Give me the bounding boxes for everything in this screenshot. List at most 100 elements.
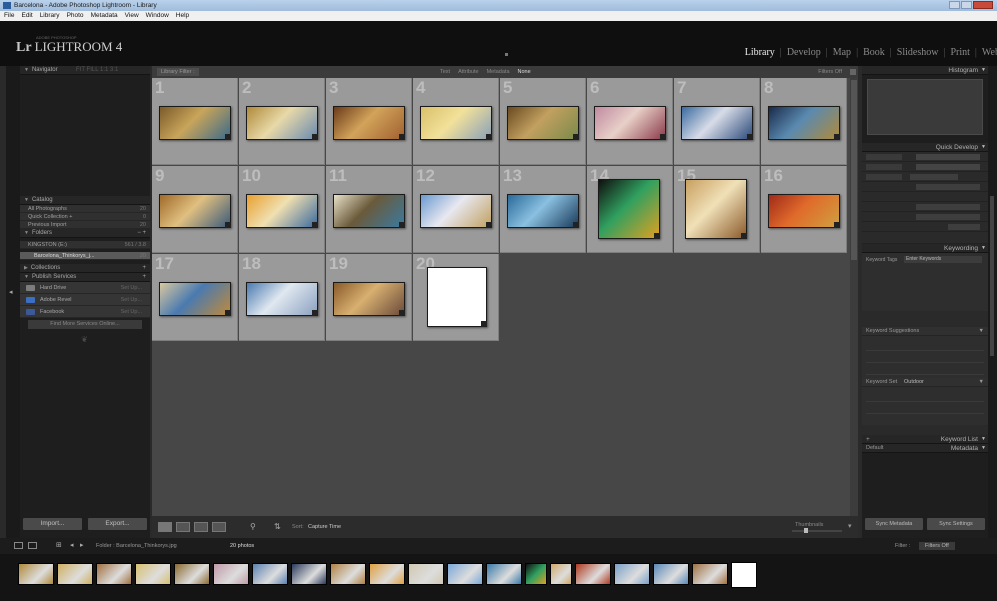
photo-thumbnail[interactable] bbox=[507, 106, 579, 140]
photo-thumbnail[interactable] bbox=[768, 106, 840, 140]
quick-develop-row[interactable] bbox=[862, 152, 988, 162]
source-path[interactable]: Folder : Barcelona_Thinkorys.jpg bbox=[96, 543, 177, 549]
qd-dropdown[interactable] bbox=[916, 154, 980, 160]
photo-thumbnail[interactable] bbox=[685, 179, 747, 239]
menu-file[interactable]: File bbox=[4, 11, 14, 21]
photo-thumbnail[interactable] bbox=[333, 282, 405, 316]
import-button[interactable]: Import... bbox=[23, 518, 82, 530]
module-web[interactable]: Web bbox=[977, 47, 997, 58]
photo-thumbnail[interactable] bbox=[246, 194, 318, 228]
qd-buttons[interactable] bbox=[916, 204, 980, 210]
menu-edit[interactable]: Edit bbox=[21, 11, 32, 21]
filmstrip-thumbnail[interactable] bbox=[369, 563, 405, 585]
filmstrip-thumbnail[interactable] bbox=[575, 563, 611, 585]
nav-forward-icon[interactable]: ▸ bbox=[80, 541, 89, 549]
grid-cell[interactable]: 6 bbox=[587, 78, 673, 165]
slider-knob[interactable] bbox=[804, 528, 808, 533]
photo-thumbnail[interactable] bbox=[246, 282, 318, 316]
histogram-header[interactable]: Histogram ▼ bbox=[862, 66, 988, 75]
filmstrip-thumbnail[interactable] bbox=[525, 563, 547, 585]
quick-develop-row[interactable] bbox=[862, 202, 988, 212]
filmstrip-thumbnail[interactable] bbox=[57, 563, 93, 585]
filmstrip-thumbnail[interactable] bbox=[692, 563, 728, 585]
filmstrip-thumbnail[interactable] bbox=[653, 563, 689, 585]
grid-cell[interactable]: 1 bbox=[152, 78, 238, 165]
folders-header[interactable]: ▼ Folders − + bbox=[20, 229, 150, 238]
grid-cell[interactable]: 3 bbox=[326, 78, 412, 165]
filter-none[interactable]: None bbox=[518, 66, 531, 78]
catalog-item[interactable]: Quick Collection + 0 bbox=[20, 213, 150, 221]
grid-cell[interactable]: 17 bbox=[152, 254, 238, 341]
module-slideshow[interactable]: Slideshow bbox=[892, 47, 944, 58]
quick-develop-row[interactable] bbox=[862, 192, 988, 202]
keyword-tags-input[interactable]: Enter Keywords bbox=[904, 256, 982, 263]
grid-toggle-icon[interactable]: ⊞ bbox=[56, 541, 65, 549]
suggestion-cells[interactable] bbox=[866, 339, 984, 375]
qd-buttons[interactable] bbox=[910, 174, 958, 180]
loupe-view-icon[interactable] bbox=[176, 522, 190, 532]
photo-thumbnail[interactable] bbox=[598, 179, 660, 239]
publish-service-revel[interactable]: Adobe Revel Set Up... bbox=[20, 294, 150, 306]
module-print[interactable]: Print bbox=[945, 47, 974, 58]
folder-item[interactable]: Barcelona_Thinkorys_j... 20 bbox=[20, 252, 150, 260]
grid-scrollbar[interactable] bbox=[850, 78, 858, 516]
photo-thumbnail[interactable] bbox=[768, 194, 840, 228]
module-map[interactable]: Map bbox=[828, 47, 856, 58]
filter-metadata[interactable]: Metadata bbox=[487, 66, 510, 78]
right-panel-scrollbar[interactable] bbox=[990, 196, 994, 356]
photo-thumbnail[interactable] bbox=[420, 106, 492, 140]
toolbar-menu-icon[interactable]: ▾ bbox=[848, 522, 852, 530]
grid-cell[interactable]: 20 bbox=[413, 254, 499, 341]
filmstrip-thumbnail[interactable] bbox=[731, 562, 757, 588]
quick-develop-row[interactable] bbox=[862, 172, 988, 182]
keyword-list-header[interactable]: + Keyword List ▼ bbox=[862, 435, 988, 444]
add-keyword-icon[interactable]: + bbox=[866, 435, 870, 444]
service-setup[interactable]: Set Up... bbox=[121, 306, 142, 318]
export-button[interactable]: Export... bbox=[88, 518, 147, 530]
grid-cell[interactable]: 8 bbox=[761, 78, 847, 165]
reset-all-button[interactable] bbox=[948, 224, 980, 230]
photo-thumbnail[interactable] bbox=[333, 106, 405, 140]
filmstrip-thumbnail[interactable] bbox=[330, 563, 366, 585]
secondary-window-icon[interactable] bbox=[28, 542, 37, 549]
filmstrip-thumbnail[interactable] bbox=[550, 563, 572, 585]
filmstrip-thumbnail[interactable] bbox=[135, 563, 171, 585]
grid-cell[interactable]: 13 bbox=[500, 166, 586, 253]
filter-text[interactable]: Text bbox=[440, 66, 450, 78]
photo-thumbnail[interactable] bbox=[333, 194, 405, 228]
grid-cell[interactable]: 9 bbox=[152, 166, 238, 253]
service-setup[interactable]: Set Up... bbox=[121, 282, 142, 294]
quick-develop-row[interactable] bbox=[862, 162, 988, 172]
keyword-set-dropdown[interactable]: Outdoor bbox=[904, 378, 924, 387]
add-folder-icon[interactable]: − + bbox=[137, 229, 146, 238]
photo-thumbnail[interactable] bbox=[594, 106, 666, 140]
qd-buttons[interactable] bbox=[916, 184, 980, 190]
catalog-header[interactable]: ▼ Catalog bbox=[20, 196, 150, 205]
photo-thumbnail[interactable] bbox=[427, 267, 487, 327]
filmstrip-thumbnail[interactable] bbox=[291, 563, 327, 585]
filmstrip-thumbnail[interactable] bbox=[614, 563, 650, 585]
keyword-suggestions-grid[interactable] bbox=[862, 336, 988, 378]
grid-cell[interactable]: 5 bbox=[500, 78, 586, 165]
nav-back-icon[interactable]: ◂ bbox=[70, 541, 79, 549]
menu-window[interactable]: Window bbox=[146, 11, 169, 21]
filmstrip-thumbnail[interactable] bbox=[252, 563, 288, 585]
keyword-set-cells[interactable] bbox=[866, 390, 984, 422]
find-more-services-button[interactable]: Find More Services Online... bbox=[28, 320, 142, 329]
navigator-preview[interactable] bbox=[20, 75, 150, 196]
painter-icon[interactable]: ⚲ bbox=[250, 522, 256, 531]
photo-thumbnail[interactable] bbox=[681, 106, 753, 140]
qd-buttons[interactable] bbox=[916, 214, 980, 220]
grid-cell[interactable]: 16 bbox=[761, 166, 847, 253]
photo-thumbnail[interactable] bbox=[420, 194, 492, 228]
photo-thumbnail[interactable] bbox=[159, 106, 231, 140]
maximize-icon[interactable] bbox=[961, 1, 972, 9]
sort-dropdown[interactable]: Capture Time bbox=[308, 524, 341, 530]
filmstrip-thumbnail[interactable] bbox=[486, 563, 522, 585]
close-icon[interactable] bbox=[973, 1, 993, 9]
left-panel-edge[interactable]: ◂ bbox=[6, 66, 20, 538]
add-service-icon[interactable]: + bbox=[142, 273, 146, 282]
filmstrip-thumbnail[interactable] bbox=[213, 563, 249, 585]
compare-view-icon[interactable] bbox=[194, 522, 208, 532]
navigator-zoom-options[interactable]: FIT FILL 1:1 3:1 bbox=[76, 66, 118, 75]
